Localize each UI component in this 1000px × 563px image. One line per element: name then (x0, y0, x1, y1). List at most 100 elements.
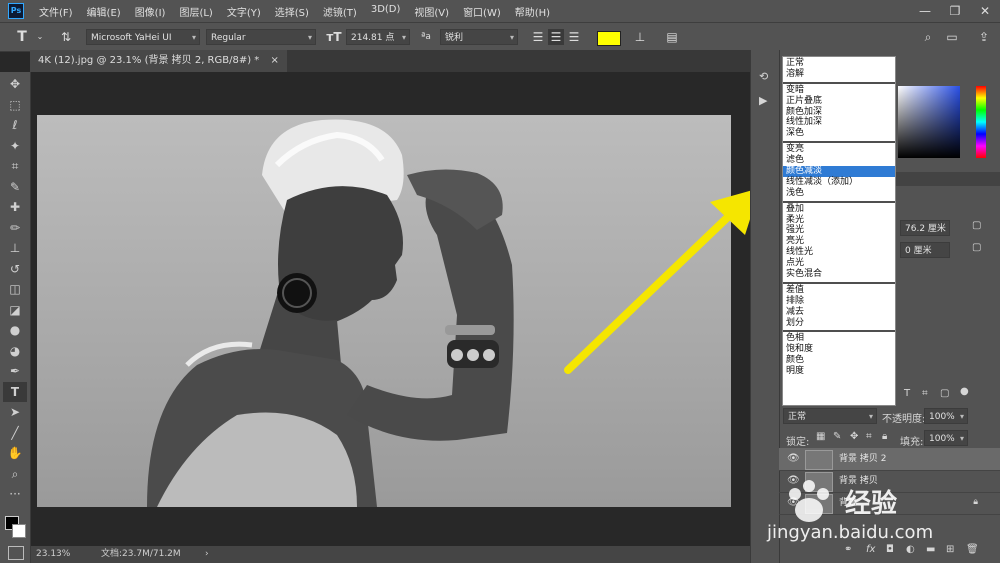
layer-row[interactable]: 👁︎ 背景 拷贝 2 (779, 448, 1000, 471)
menu-item-6[interactable]: 滤镜(T) (316, 4, 364, 19)
document-tab[interactable]: 4K (12).jpg @ 23.1% (背景 拷贝 2, RGB/8#) * … (30, 50, 287, 72)
filter-smart-icon[interactable]: ▢ (940, 388, 949, 399)
filter-toggle-icon[interactable]: ● (960, 386, 969, 397)
visibility-eye-icon[interactable]: 👁︎ (787, 453, 800, 464)
blend-mode-option[interactable]: 排除 (783, 296, 895, 307)
type-tool-icon[interactable]: T (3, 381, 27, 402)
crop-tool-icon[interactable]: ⌗ (3, 156, 27, 176)
blend-mode-option[interactable]: 差值 (783, 285, 895, 296)
blend-mode-option[interactable]: 颜色加深 (783, 107, 895, 118)
blend-mode-option[interactable]: 划分 (783, 318, 895, 329)
magic-wand-tool-icon[interactable]: ✦ (3, 136, 27, 156)
healing-tool-icon[interactable]: ✚ (3, 197, 27, 217)
type-tool-preset-icon[interactable]: T (14, 29, 30, 45)
zoom-level[interactable]: 23.13% (36, 546, 70, 563)
quick-mask-icon[interactable] (8, 546, 24, 560)
status-menu-icon[interactable]: › (205, 546, 209, 563)
minimize-button[interactable]: — (910, 0, 940, 22)
blend-mode-option[interactable]: 强光 (783, 225, 895, 236)
layer-name[interactable]: 背景 拷贝 2 (839, 448, 886, 470)
hue-slider[interactable] (976, 86, 986, 158)
brush-tool-icon[interactable]: ✏ (3, 218, 27, 238)
actions-play-icon[interactable]: ▶ (759, 94, 767, 107)
blend-mode-option[interactable]: 线性减淡（添加） (783, 177, 895, 188)
opacity-field[interactable]: 100% ▾ (924, 408, 968, 424)
workspace-icon[interactable]: ▭ (944, 29, 960, 45)
lock-pixels-icon[interactable]: ▦ (816, 431, 825, 442)
blend-mode-select[interactable]: 正常 ▾ (783, 408, 877, 424)
warp-text-icon[interactable]: ⊥ (632, 29, 648, 45)
lock-artboard-icon[interactable]: ⌗ (866, 431, 872, 442)
background-color-swatch[interactable] (12, 524, 26, 538)
text-color-swatch[interactable] (597, 31, 621, 46)
font-style-select[interactable]: Regular ▾ (206, 29, 316, 45)
toggle-orientation-icon[interactable]: ⇅ (58, 29, 74, 45)
pen-tool-icon[interactable]: ✒ (3, 361, 27, 381)
blend-mode-option[interactable]: 正常 (783, 58, 895, 69)
search-icon[interactable]: ⌕ (920, 29, 936, 45)
blend-mode-option[interactable]: 实色混合 (783, 269, 895, 280)
menu-item-3[interactable]: 图层(L) (172, 4, 219, 19)
blend-mode-option[interactable]: 柔光 (783, 215, 895, 226)
blend-mode-option[interactable]: 亮光 (783, 236, 895, 247)
line-tool-icon[interactable]: ╱ (3, 423, 27, 443)
link-icon[interactable]: ▢ (972, 220, 981, 231)
filter-type-icon[interactable]: T (904, 388, 910, 399)
blend-mode-option[interactable]: 溶解 (783, 69, 895, 80)
menu-item-2[interactable]: 图像(I) (128, 4, 173, 19)
blend-mode-dropdown[interactable]: 正常 溶解 变暗 正片叠底 颜色加深 线性加深 深色 变亮 滤色 颜色减淡 线性减淡（添加） 浅色 叠加… (782, 56, 896, 406)
blend-mode-option[interactable]: 明度 (783, 366, 895, 377)
paint-bucket-tool-icon[interactable]: ◪ (3, 300, 27, 320)
eyedropper-tool-icon[interactable]: ✎ (3, 177, 27, 197)
history-panel-icon[interactable]: ⟲ (759, 70, 768, 83)
blend-mode-option[interactable]: 饱和度 (783, 344, 895, 355)
blend-mode-option[interactable]: 正片叠底 (783, 96, 895, 107)
lock-paint-icon[interactable]: ✎ (833, 431, 841, 442)
blend-mode-option[interactable]: 变暗 (783, 85, 895, 96)
menu-item-1[interactable]: 编辑(E) (80, 4, 128, 19)
blend-mode-option[interactable]: 减去 (783, 307, 895, 318)
menu-item-0[interactable]: 文件(F) (32, 4, 80, 19)
blend-mode-option[interactable]: 叠加 (783, 204, 895, 215)
blend-mode-option[interactable]: 深色 (783, 128, 895, 139)
zoom-tool-icon[interactable]: ⌕ (3, 464, 27, 484)
blur-tool-icon[interactable]: ● (3, 320, 27, 340)
filter-shape-icon[interactable]: ⌗ (922, 388, 928, 399)
close-button[interactable]: ✕ (970, 0, 1000, 22)
font-family-select[interactable]: Microsoft YaHei UI ▾ (86, 29, 200, 45)
antialias-select[interactable]: 锐利 ▾ (440, 29, 518, 45)
menu-item-7[interactable]: 3D(D) (364, 4, 408, 19)
lock-position-icon[interactable]: ✥ (850, 431, 858, 442)
width-field[interactable]: 76.2 厘米 (900, 220, 950, 236)
align-left-icon[interactable]: ☰ (530, 29, 546, 45)
menu-item-5[interactable]: 选择(S) (268, 4, 316, 19)
align-center-icon[interactable]: ☰ (548, 29, 564, 45)
menu-item-4[interactable]: 文字(Y) (220, 4, 268, 19)
character-panel-icon[interactable]: ▤ (664, 29, 680, 45)
chevron-down-icon[interactable]: ⌄ (32, 29, 48, 45)
font-size-field[interactable]: 214.81 点 ▾ (346, 29, 410, 45)
stamp-tool-icon[interactable]: ⊥ (3, 238, 27, 258)
history-brush-tool-icon[interactable]: ↺ (3, 259, 27, 279)
blend-mode-option[interactable]: 颜色 (783, 355, 895, 366)
eraser-tool-icon[interactable]: ◫ (3, 279, 27, 299)
blend-mode-option[interactable]: 变亮 (783, 144, 895, 155)
color-field[interactable] (898, 86, 960, 158)
height-field[interactable]: 0 厘米 (900, 242, 950, 258)
dodge-tool-icon[interactable]: ◕ (3, 341, 27, 361)
menu-item-10[interactable]: 帮助(H) (508, 4, 557, 19)
share-icon[interactable]: ⇪ (976, 29, 992, 45)
more-tools-icon[interactable]: ··· (3, 484, 27, 504)
lasso-tool-icon[interactable]: ℓ (3, 115, 27, 135)
lock-all-icon[interactable]: 🔒︎ (882, 431, 887, 442)
blend-mode-option[interactable]: 色相 (783, 333, 895, 344)
menu-item-8[interactable]: 视图(V) (407, 4, 456, 19)
close-tab-icon[interactable]: × (271, 55, 279, 66)
blend-mode-option[interactable]: 颜色减淡 (783, 166, 895, 177)
marquee-tool-icon[interactable]: ⬚ (3, 95, 27, 115)
path-select-tool-icon[interactable]: ➤ (3, 402, 27, 422)
hand-tool-icon[interactable]: ✋ (3, 443, 27, 463)
align-right-icon[interactable]: ☰ (566, 29, 582, 45)
blend-mode-option[interactable]: 线性光 (783, 247, 895, 258)
link-icon[interactable]: ▢ (972, 242, 981, 253)
